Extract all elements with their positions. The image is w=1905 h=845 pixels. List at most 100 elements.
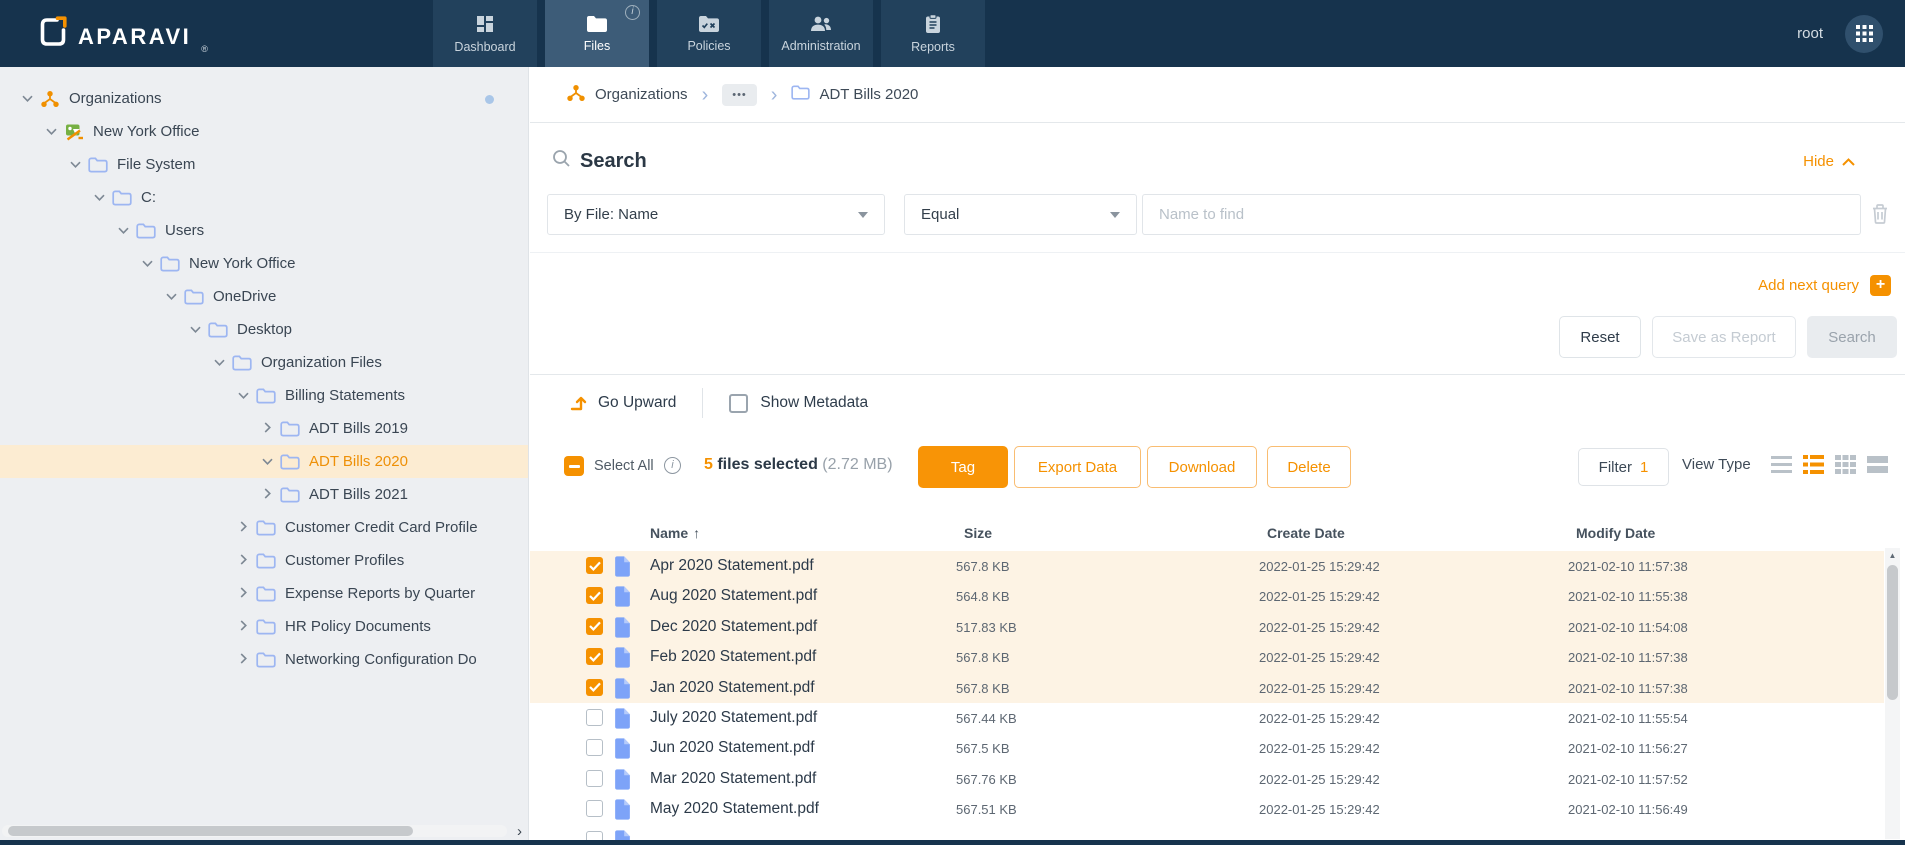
grid-view-icon[interactable] <box>1835 455 1856 474</box>
user-name[interactable]: root <box>1797 25 1823 42</box>
filter-button[interactable]: Filter 1 <box>1578 448 1669 486</box>
tree-item-expense-reports-by-quarter[interactable]: Expense Reports by Quarter <box>0 577 528 610</box>
search-field-dropdown[interactable]: By File: Name <box>547 194 885 235</box>
chevron-right-icon[interactable] <box>256 421 278 436</box>
row-checkbox[interactable] <box>586 830 603 840</box>
row-checkbox[interactable] <box>586 587 603 605</box>
column-header-create-date[interactable]: Create Date <box>1267 525 1345 541</box>
tab-files[interactable]: Files i <box>545 0 649 67</box>
chevron-right-icon[interactable] <box>232 586 254 601</box>
table-row-partial[interactable] <box>530 825 1884 840</box>
row-checkbox[interactable] <box>586 800 603 818</box>
go-upward-button[interactable]: Go Upward <box>568 393 676 413</box>
chevron-down-icon[interactable] <box>112 225 134 237</box>
sidebar-horizontal-scrollbar[interactable] <box>2 825 507 837</box>
tree-item-hr-policy-documents[interactable]: HR Policy Documents <box>0 610 528 643</box>
breadcrumb-item-organizations[interactable]: Organizations <box>566 83 688 107</box>
table-row[interactable]: Feb 2020 Statement.pdf 567.8 KB 2022-01-… <box>530 642 1884 673</box>
row-checkbox[interactable] <box>586 708 603 726</box>
table-row[interactable]: May 2020 Statement.pdf 567.51 KB 2022-01… <box>530 794 1884 824</box>
table-row[interactable]: Aug 2020 Statement.pdf 564.8 KB 2022-01-… <box>530 581 1884 612</box>
table-row[interactable]: July 2020 Statement.pdf 567.44 KB 2022-0… <box>530 703 1884 733</box>
tree-item-organizations[interactable]: Organizations <box>0 82 528 115</box>
reset-button[interactable]: Reset <box>1559 316 1641 358</box>
row-checkbox[interactable] <box>586 617 603 635</box>
chevron-down-icon[interactable] <box>16 93 38 105</box>
breadcrumb-ellipsis[interactable]: ••• <box>722 83 757 106</box>
row-checkbox[interactable] <box>586 557 603 574</box>
tab-reports[interactable]: Reports <box>881 0 985 67</box>
row-checkbox[interactable] <box>586 648 603 666</box>
search-operator-dropdown[interactable]: Equal <box>904 194 1137 235</box>
tab-dashboard[interactable]: Dashboard <box>433 0 537 67</box>
table-vertical-scrollbar[interactable]: ▲ <box>1885 548 1900 839</box>
chevron-down-icon[interactable] <box>136 258 158 270</box>
tree-item-onedrive[interactable]: OneDrive <box>0 280 528 313</box>
tree-item-c-[interactable]: C: <box>0 181 528 214</box>
detail-list-view-icon[interactable] <box>1803 455 1824 474</box>
sidebar-scrollbar-thumb[interactable] <box>8 826 413 836</box>
tree-item-adt-bills-2021[interactable]: ADT Bills 2021 <box>0 478 528 511</box>
column-header-modify-date[interactable]: Modify Date <box>1576 525 1655 541</box>
search-value-input[interactable] <box>1142 194 1861 235</box>
table-view-icon[interactable] <box>1867 455 1888 474</box>
select-all-info-icon[interactable]: i <box>664 457 681 474</box>
tree-item-new-york-office[interactable]: New York Office <box>0 247 528 280</box>
chevron-down-icon[interactable] <box>208 357 230 369</box>
column-header-size[interactable]: Size <box>964 525 992 541</box>
add-next-query[interactable]: Add next query + <box>1758 275 1891 296</box>
tree-item-customer-credit-card-profile[interactable]: Customer Credit Card Profile <box>0 511 528 544</box>
tag-button[interactable]: Tag <box>918 446 1008 488</box>
chevron-right-icon[interactable] <box>232 619 254 634</box>
table-row[interactable]: Mar 2020 Statement.pdf 567.76 KB 2022-01… <box>530 764 1884 794</box>
add-query-plus-icon[interactable]: + <box>1870 275 1891 296</box>
hide-search-link[interactable]: Hide <box>1803 153 1855 170</box>
search-button[interactable]: Search <box>1807 316 1897 358</box>
table-row[interactable]: Apr 2020 Statement.pdf 567.8 KB 2022-01-… <box>530 551 1884 582</box>
chevron-down-icon[interactable] <box>256 456 278 468</box>
apps-grid-button[interactable] <box>1845 14 1883 53</box>
tab-administration[interactable]: Administration <box>769 0 873 67</box>
chevron-down-icon[interactable] <box>160 291 182 303</box>
delete-button[interactable]: Delete <box>1267 446 1351 488</box>
delete-query-icon[interactable] <box>1870 203 1890 230</box>
tree-item-adt-bills-2020[interactable]: ADT Bills 2020 <box>0 445 528 478</box>
export-data-button[interactable]: Export Data <box>1014 446 1141 488</box>
table-row[interactable]: Jun 2020 Statement.pdf 567.5 KB 2022-01-… <box>530 733 1884 763</box>
tree-item-desktop[interactable]: Desktop <box>0 313 528 346</box>
sidebar-scroll-right-arrow[interactable]: › <box>517 824 522 839</box>
download-button[interactable]: Download <box>1147 446 1257 488</box>
tree-item-users[interactable]: Users <box>0 214 528 247</box>
tree-item-billing-statements[interactable]: Billing Statements <box>0 379 528 412</box>
tree-item-organization-files[interactable]: Organization Files <box>0 346 528 379</box>
chevron-down-icon[interactable] <box>232 390 254 402</box>
select-all-checkbox[interactable] <box>564 456 584 476</box>
list-view-icon[interactable] <box>1771 455 1792 474</box>
row-checkbox[interactable] <box>586 739 603 757</box>
show-metadata-checkbox[interactable] <box>729 393 749 413</box>
table-row[interactable]: Jan 2020 Statement.pdf 567.8 KB 2022-01-… <box>530 672 1884 703</box>
breadcrumb-item-adt-bills-2020[interactable]: ADT Bills 2020 <box>791 85 918 104</box>
tab-policies[interactable]: Policies <box>657 0 761 67</box>
scroll-up-arrow[interactable]: ▲ <box>1885 548 1900 563</box>
aparavi-logo[interactable]: APARAVI ® <box>38 15 208 54</box>
tree-item-adt-bills-2019[interactable]: ADT Bills 2019 <box>0 412 528 445</box>
chevron-down-icon[interactable] <box>40 126 62 138</box>
row-checkbox[interactable] <box>586 769 603 787</box>
row-checkbox[interactable] <box>586 678 603 696</box>
table-row[interactable]: Dec 2020 Statement.pdf 517.83 KB 2022-01… <box>530 611 1884 643</box>
chevron-down-icon[interactable] <box>64 159 86 171</box>
chevron-right-icon[interactable] <box>256 487 278 502</box>
chevron-right-icon[interactable] <box>232 553 254 568</box>
tree-item-networking-configuration-do[interactable]: Networking Configuration Do <box>0 643 528 676</box>
tree-item-new-york-office[interactable]: New York Office <box>0 115 528 148</box>
tree-item-customer-profiles[interactable]: Customer Profiles <box>0 544 528 577</box>
chevron-down-icon[interactable] <box>88 192 110 204</box>
chevron-right-icon[interactable] <box>232 520 254 535</box>
column-header-name[interactable]: Name ↑ <box>650 525 700 541</box>
table-scrollbar-thumb[interactable] <box>1887 565 1898 700</box>
tree-item-file-system[interactable]: File System <box>0 148 528 181</box>
save-as-report-button[interactable]: Save as Report <box>1652 316 1796 358</box>
chevron-down-icon[interactable] <box>184 324 206 336</box>
info-badge-icon[interactable]: i <box>625 5 640 20</box>
